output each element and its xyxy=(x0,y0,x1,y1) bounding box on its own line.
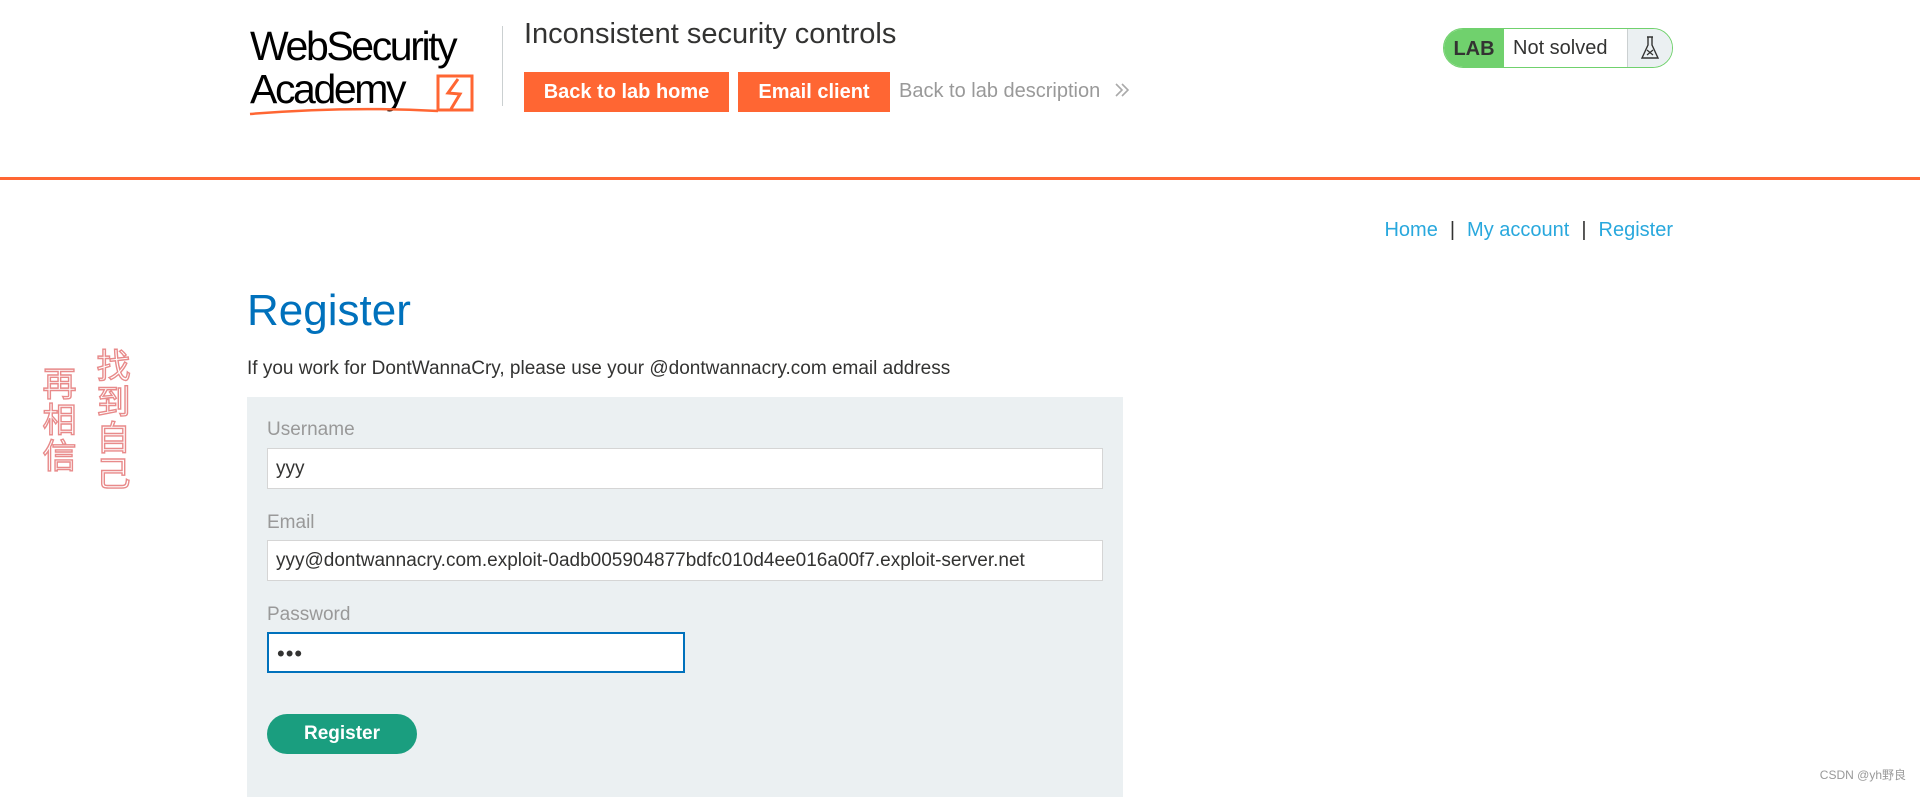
lab-status-widget: LAB Not solved xyxy=(1443,28,1673,68)
email-label: Email xyxy=(267,512,315,533)
email-client-button[interactable]: Email client xyxy=(738,72,890,112)
account-nav: Home | My account | Register xyxy=(1384,219,1673,242)
back-to-lab-description-label: Back to lab description xyxy=(899,80,1101,102)
flask-icon-button[interactable] xyxy=(1627,29,1672,67)
password-input[interactable]: ••• xyxy=(267,632,685,673)
flask-icon xyxy=(1640,36,1660,59)
lab-badge: LAB xyxy=(1444,29,1504,67)
page-title: Register xyxy=(247,286,411,335)
nav-my-account-link[interactable]: My account xyxy=(1467,219,1569,241)
register-submit-button[interactable]: Register xyxy=(267,714,417,754)
register-form: Username yyy Email yyy@dontwannacry.com.… xyxy=(247,397,1123,797)
nav-home-link[interactable]: Home xyxy=(1384,219,1437,241)
logo-text-line2: Academy xyxy=(250,66,407,112)
email-domain-notice: If you work for DontWannaCry, please use… xyxy=(247,358,951,379)
email-input[interactable]: yyy@dontwannacry.com.exploit-0adb0059048… xyxy=(267,540,1103,581)
username-label: Username xyxy=(267,419,355,440)
back-to-lab-home-button[interactable]: Back to lab home xyxy=(524,72,729,112)
lab-title: Inconsistent security controls xyxy=(524,18,897,50)
csdn-watermark: CSDN @yh野良 xyxy=(1819,768,1906,782)
nav-register-link[interactable]: Register xyxy=(1599,219,1673,241)
lab-status-text: Not solved xyxy=(1513,37,1608,59)
nav-separator: | xyxy=(1581,219,1587,241)
logo-text-line1: WebSecurity xyxy=(250,23,458,69)
logo-divider xyxy=(502,26,503,106)
password-label: Password xyxy=(267,604,351,625)
watermark-stamp-left: 再相信 xyxy=(35,365,76,474)
double-chevron-right-icon xyxy=(1115,83,1129,97)
watermark-stamp-right: 找到自己 xyxy=(89,347,130,492)
web-security-academy-logo[interactable]: WebSecurity Academy xyxy=(248,20,508,120)
back-to-lab-description-link[interactable]: Back to lab description xyxy=(899,80,1132,103)
username-input[interactable]: yyy xyxy=(267,448,1103,489)
site-header: WebSecurity Academy Inconsistent securit… xyxy=(0,0,1920,180)
nav-separator: | xyxy=(1449,219,1456,241)
